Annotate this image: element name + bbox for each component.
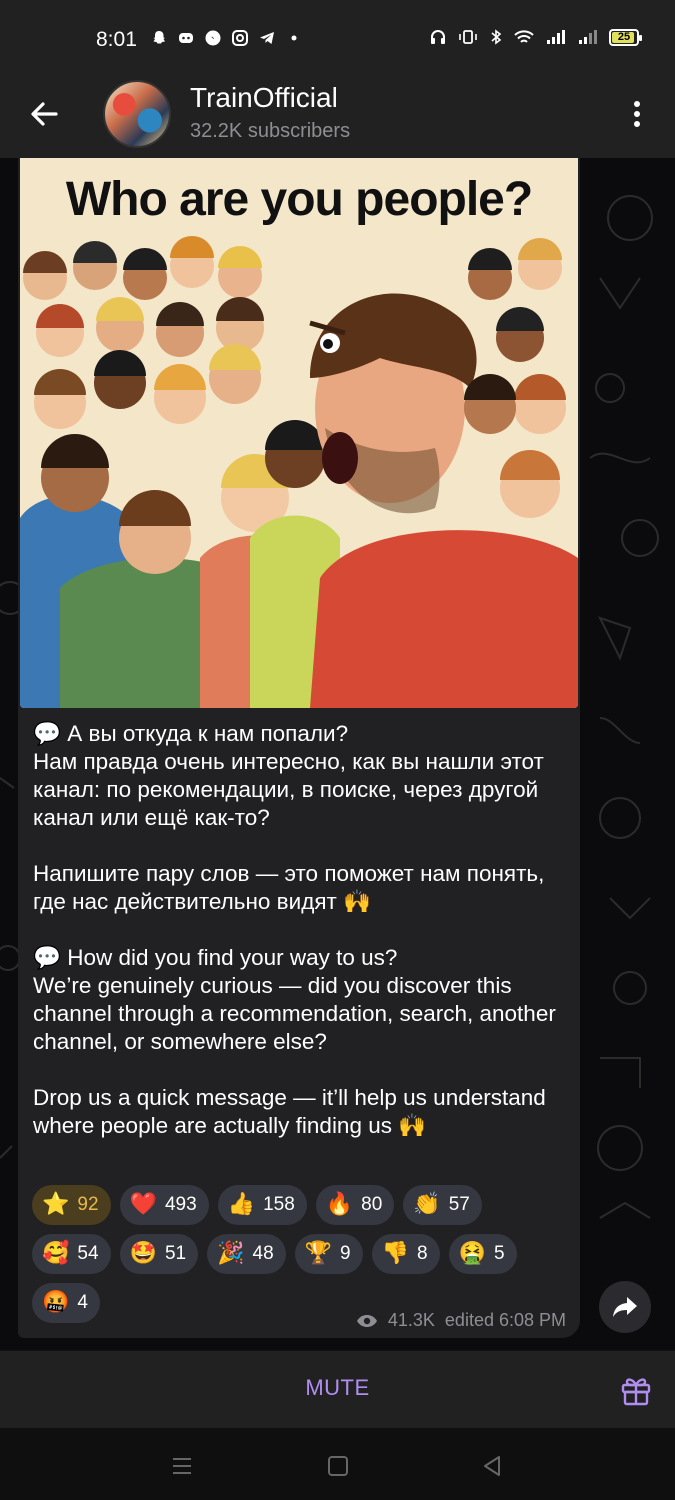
reaction-count: 48 xyxy=(252,1243,274,1264)
reaction-count: 92 xyxy=(77,1194,99,1215)
reaction-fire[interactable]: 🔥 80 xyxy=(315,1185,395,1225)
reaction-count: 158 xyxy=(263,1194,295,1215)
signal-icon-2 xyxy=(579,30,597,44)
bottom-action-bar: MUTE xyxy=(0,1350,675,1428)
reaction-thumbs-down[interactable]: 👎 8 xyxy=(371,1234,440,1274)
star-struck-icon: 🤩 xyxy=(129,1241,157,1266)
cursing-face-icon: 🤬 xyxy=(42,1290,70,1315)
gift-button[interactable] xyxy=(619,1373,653,1407)
thumbs-up-icon: 👍 xyxy=(227,1192,256,1217)
reaction-count: 54 xyxy=(77,1243,99,1264)
reaction-clap[interactable]: 👏 57 xyxy=(403,1185,482,1225)
battery-icon: 25 xyxy=(609,28,642,46)
bluetooth-icon xyxy=(491,29,502,45)
telegram-icon xyxy=(258,29,276,47)
post-text: 💬 А вы откуда к нам попали? Нам правда о… xyxy=(33,721,556,1138)
arrow-left-icon xyxy=(31,102,58,126)
share-arrow-icon xyxy=(613,1297,637,1317)
reaction-star[interactable]: ⭐ 92 xyxy=(32,1185,111,1225)
reaction-cursing[interactable]: 🤬 4 xyxy=(32,1283,100,1323)
more-menu-button[interactable] xyxy=(625,98,649,130)
notification-icons xyxy=(150,29,303,47)
smiling-hearts-icon: 🥰 xyxy=(42,1241,70,1266)
signal-icon xyxy=(547,30,565,44)
post-image[interactable]: Who are you people? xyxy=(20,158,578,708)
vomiting-face-icon: 🤮 xyxy=(458,1241,487,1266)
reaction-count: 51 xyxy=(164,1243,187,1264)
channel-title[interactable]: TrainOfficial xyxy=(190,82,338,114)
messenger-icon xyxy=(204,29,222,47)
wifi-icon xyxy=(514,30,534,43)
home-button[interactable] xyxy=(326,1454,350,1478)
eye-icon xyxy=(356,1314,377,1327)
reaction-smiling-hearts[interactable]: 🥰 54 xyxy=(32,1234,111,1274)
thumbs-down-icon: 👎 xyxy=(381,1241,410,1266)
subscriber-count: 32.2K subscribers xyxy=(190,120,351,142)
snapchat-icon xyxy=(150,29,168,47)
square-icon xyxy=(328,1456,348,1476)
reaction-vomit[interactable]: 🤮 5 xyxy=(448,1234,517,1274)
view-count: 41.3K xyxy=(387,1310,435,1330)
reaction-count: 57 xyxy=(448,1194,470,1215)
dot-icon xyxy=(285,29,303,47)
reaction-thumbs-up[interactable]: 👍 158 xyxy=(217,1185,307,1225)
party-popper-icon: 🎉 xyxy=(217,1241,245,1266)
system-icons: 25 xyxy=(429,28,642,46)
channel-avatar[interactable] xyxy=(103,80,171,148)
back-button[interactable] xyxy=(26,96,62,132)
discord-icon xyxy=(177,29,195,47)
reaction-party[interactable]: 🎉 48 xyxy=(207,1234,286,1274)
triangle-back-icon xyxy=(484,1456,500,1476)
status-time: 8:01 xyxy=(96,28,137,51)
star-icon: ⭐ xyxy=(42,1192,70,1217)
gift-icon xyxy=(621,1378,651,1406)
channel-post[interactable]: Who are you people? 💬 А вы откуда к нам … xyxy=(18,158,580,1338)
edited-time: edited 6:08 PM xyxy=(444,1310,566,1330)
menu-lines-icon xyxy=(173,1458,191,1474)
trophy-icon: 🏆 xyxy=(304,1241,333,1266)
forward-button[interactable] xyxy=(599,1281,651,1333)
recents-button[interactable] xyxy=(170,1454,194,1478)
reaction-heart[interactable]: ❤️ 493 xyxy=(119,1185,209,1225)
heart-icon: ❤️ xyxy=(129,1192,157,1217)
reaction-count: 493 xyxy=(164,1194,197,1215)
more-vertical-icon xyxy=(634,101,640,127)
fire-icon: 🔥 xyxy=(325,1192,354,1217)
clap-icon: 👏 xyxy=(413,1192,441,1217)
reaction-count: 4 xyxy=(77,1292,88,1313)
headphones-icon xyxy=(431,30,445,44)
battery-level: 25 xyxy=(617,30,631,43)
reaction-star-struck[interactable]: 🤩 51 xyxy=(119,1234,199,1274)
reaction-count: 8 xyxy=(417,1243,428,1264)
reaction-trophy[interactable]: 🏆 9 xyxy=(294,1234,363,1274)
instagram-icon xyxy=(231,29,249,47)
reaction-count: 9 xyxy=(340,1243,351,1264)
system-back-button[interactable] xyxy=(480,1454,504,1478)
chat-area[interactable]: Who are you people? 💬 А вы откуда к нам … xyxy=(0,158,675,1350)
status-bar: 8:01 25 xyxy=(0,0,675,80)
system-nav-bar xyxy=(0,1428,675,1500)
reaction-count: 80 xyxy=(361,1194,383,1215)
post-meta: 41.3K edited 6:08 PM xyxy=(356,1310,566,1331)
reaction-count: 5 xyxy=(494,1243,505,1264)
crowd-illustration xyxy=(20,236,578,708)
vibrate-icon xyxy=(459,30,477,44)
mute-button[interactable]: MUTE xyxy=(0,1375,675,1401)
chat-header: TrainOfficial 32.2K subscribers xyxy=(0,80,675,158)
